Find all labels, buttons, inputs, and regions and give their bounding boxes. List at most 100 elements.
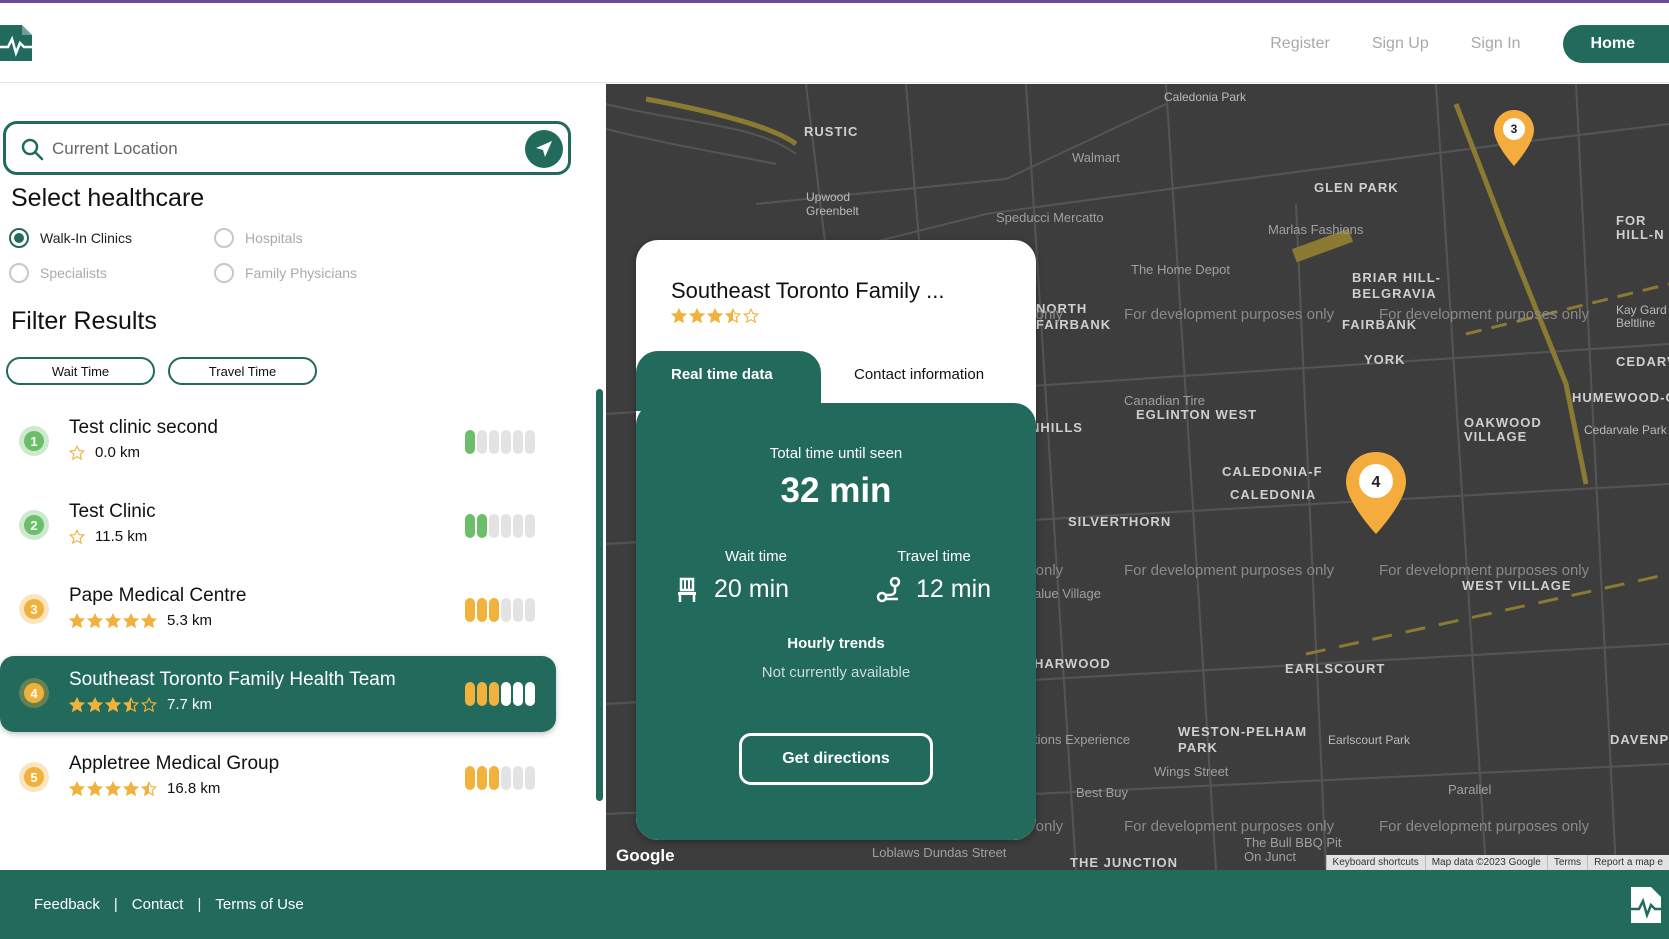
map-poi[interactable]: Wings Street bbox=[1154, 764, 1228, 779]
map-label: Upwood Greenbelt bbox=[806, 190, 859, 218]
home-button[interactable]: Home bbox=[1562, 25, 1669, 63]
hourly-trends-label: Hourly trends bbox=[787, 635, 885, 652]
busy-level-segment bbox=[501, 430, 511, 454]
star-full-icon bbox=[707, 308, 723, 324]
result-number: 4 bbox=[24, 683, 44, 703]
star-full-icon bbox=[87, 780, 103, 796]
busy-level-indicator bbox=[465, 766, 535, 790]
busy-level-segment bbox=[513, 766, 523, 790]
busy-level-indicator bbox=[465, 598, 535, 622]
result-row[interactable]: 2 Test Clinic 11.5 km bbox=[0, 488, 556, 564]
result-rating-stars bbox=[69, 444, 87, 461]
map-pin-3-icon[interactable]: 3 bbox=[1494, 110, 1534, 166]
busy-level-segment bbox=[489, 766, 499, 790]
map-poi[interactable]: tions Experience bbox=[1034, 732, 1130, 747]
current-location-button[interactable] bbox=[525, 130, 563, 168]
report-map-link[interactable]: Report a map e bbox=[1587, 855, 1669, 870]
busy-level-segment bbox=[477, 682, 487, 706]
map-label: HARWOOD bbox=[1034, 656, 1111, 671]
star-half-icon bbox=[725, 308, 741, 324]
map-label: RUSTIC bbox=[804, 124, 859, 139]
map-label: CALEDONIA-F bbox=[1222, 464, 1323, 479]
search-input[interactable] bbox=[52, 135, 512, 163]
result-number-badge: 2 bbox=[19, 510, 49, 540]
card-rating-stars bbox=[671, 308, 761, 324]
map-label: WEST VILLAGE bbox=[1462, 578, 1572, 593]
travel-time-filter-button[interactable]: Travel Time bbox=[168, 357, 317, 385]
radio-label: Walk-In Clinics bbox=[40, 230, 133, 246]
result-name: Pape Medical Centre bbox=[69, 585, 247, 606]
result-rating-stars bbox=[69, 528, 87, 545]
map-poi[interactable]: Marlas Fashions bbox=[1268, 222, 1363, 237]
result-number: 5 bbox=[24, 767, 44, 787]
star-full-icon bbox=[105, 612, 121, 628]
terms-of-use-link[interactable]: Terms of Use bbox=[215, 896, 303, 913]
real-time-panel: Total time until seen 32 min Wait time T… bbox=[636, 403, 1036, 840]
pin-label: 3 bbox=[1511, 122, 1518, 136]
result-row[interactable]: 1 Test clinic second 0.0 km bbox=[0, 404, 556, 480]
map-poi[interactable]: Speducci Mercatto bbox=[996, 210, 1104, 225]
radio-label: Hospitals bbox=[245, 230, 303, 246]
radio-hospitals[interactable]: Hospitals bbox=[214, 228, 303, 248]
busy-level-segment bbox=[465, 514, 475, 538]
filter-results-title: Filter Results bbox=[11, 307, 157, 335]
signin-link[interactable]: Sign In bbox=[1471, 35, 1521, 53]
map-label: THE JUNCTION bbox=[1070, 855, 1179, 870]
map-label: NHILLS bbox=[1030, 420, 1083, 435]
star-full-icon bbox=[87, 612, 103, 628]
radio-specialists[interactable]: Specialists bbox=[9, 263, 107, 283]
busy-level-segment bbox=[489, 514, 499, 538]
signup-link[interactable]: Sign Up bbox=[1372, 35, 1429, 53]
radio-walk-in-clinics[interactable]: Walk-In Clinics bbox=[9, 228, 132, 248]
navigation-arrow-icon bbox=[536, 141, 552, 157]
result-row[interactable]: 5 Appletree Medical Group 16.8 km bbox=[0, 740, 556, 816]
card-tabs: Real time data Contact information bbox=[636, 351, 1036, 411]
result-row[interactable]: 4 Southeast Toronto Family Health Team 7.7… bbox=[0, 656, 556, 732]
map-label: GLEN PARK bbox=[1314, 180, 1399, 195]
wait-time-filter-button[interactable]: Wait Time bbox=[6, 357, 155, 385]
wait-time-value: 20 min bbox=[714, 575, 790, 603]
map-poi[interactable]: Best Buy bbox=[1076, 785, 1128, 800]
radio-label: Family Physicians bbox=[245, 265, 358, 281]
register-link[interactable]: Register bbox=[1270, 35, 1330, 53]
map-poi[interactable]: Loblaws Dundas Street bbox=[872, 845, 1006, 860]
busy-level-segment bbox=[525, 598, 535, 622]
map-poi[interactable]: Parallel bbox=[1448, 782, 1491, 797]
tab-contact-information[interactable]: Contact information bbox=[854, 366, 984, 383]
travel-time-value: 12 min bbox=[916, 575, 992, 603]
star-full-icon bbox=[69, 780, 85, 796]
busy-level-segment bbox=[465, 598, 475, 622]
star-full-icon bbox=[69, 612, 85, 628]
map-pin-4-icon[interactable]: 4 bbox=[1346, 452, 1406, 534]
result-meta: 16.8 km bbox=[69, 780, 220, 797]
map-label: Earlscourt Park bbox=[1328, 733, 1411, 747]
feedback-link[interactable]: Feedback bbox=[34, 896, 100, 913]
get-directions-button[interactable]: Get directions bbox=[739, 733, 933, 785]
result-distance: 0.0 km bbox=[95, 444, 141, 461]
result-name: Test clinic second bbox=[69, 417, 218, 438]
dev-watermark: For development purposes only bbox=[1124, 562, 1335, 579]
map-label: EGLINTON WEST bbox=[1136, 407, 1258, 422]
busy-level-segment bbox=[525, 514, 535, 538]
busy-level-segment bbox=[501, 766, 511, 790]
results-scrollbar[interactable] bbox=[596, 389, 603, 801]
contact-link[interactable]: Contact bbox=[132, 896, 184, 913]
busy-level-indicator bbox=[465, 430, 535, 454]
result-name: Southeast Toronto Family Health Team bbox=[69, 669, 396, 690]
result-row[interactable]: 3 Pape Medical Centre 5.3 km bbox=[0, 572, 556, 648]
map-poi[interactable]: The Home Depot bbox=[1131, 262, 1230, 277]
result-number-badge: 4 bbox=[19, 678, 49, 708]
map-poi[interactable]: alue Village bbox=[1034, 586, 1101, 601]
keyboard-shortcuts-link[interactable]: Keyboard shortcuts bbox=[1325, 855, 1425, 870]
map-poi[interactable]: Canadian Tire bbox=[1124, 393, 1205, 408]
tab-real-time-data[interactable]: Real time data bbox=[636, 351, 821, 411]
result-number: 3 bbox=[24, 599, 44, 619]
terms-link[interactable]: Terms bbox=[1546, 855, 1587, 870]
map-poi[interactable]: Walmart bbox=[1072, 150, 1120, 165]
map-label: CALEDONIA bbox=[1230, 487, 1317, 502]
clinic-detail-card: Southeast Toronto Family ... Real time d… bbox=[636, 240, 1036, 840]
radio-family-physicians[interactable]: Family Physicians bbox=[214, 263, 357, 283]
busy-level-segment bbox=[513, 682, 523, 706]
map-label: Caledonia Park bbox=[1164, 90, 1247, 104]
heartbeat-document-icon[interactable] bbox=[0, 21, 32, 65]
